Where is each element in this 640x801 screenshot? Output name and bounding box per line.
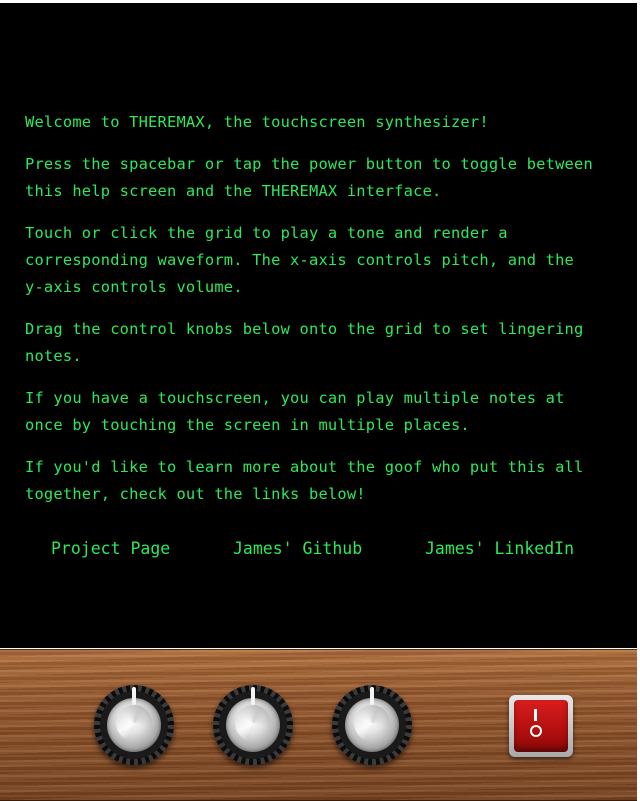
links-row: Project Page James' Github James' Linked… (0, 539, 637, 569)
power-button[interactable] (509, 695, 573, 757)
control-knob-3[interactable] (332, 685, 412, 765)
knob-pointer (370, 687, 374, 705)
help-paragraph-welcome: Welcome to THEREMAX, the touchscreen syn… (25, 113, 489, 131)
help-paragraph-links: If you'd like to learn more about the go… (25, 458, 584, 503)
project-page-link[interactable]: Project Page (51, 539, 170, 558)
help-paragraph-power: Press the spacebar or tap the power butt… (25, 155, 593, 200)
knob-pointer (251, 687, 255, 705)
control-knob-2[interactable] (213, 685, 293, 765)
control-knob-1[interactable] (94, 685, 174, 765)
power-switch-icon (514, 700, 568, 752)
power-off-symbol-icon (530, 725, 542, 737)
help-text: Welcome to THEREMAX, the touchscreen syn… (25, 109, 615, 523)
help-paragraph-knobs: Drag the control knobs below onto the gr… (25, 320, 584, 365)
power-on-symbol-icon (534, 709, 537, 721)
github-link[interactable]: James' Github (233, 539, 362, 558)
help-paragraph-touchscreen: If you have a touchscreen, you can play … (25, 389, 565, 434)
knob-pointer (132, 687, 136, 705)
theremax-app: Welcome to THEREMAX, the touchscreen syn… (0, 0, 640, 801)
linkedin-link[interactable]: James' LinkedIn (425, 539, 574, 558)
help-screen[interactable]: Welcome to THEREMAX, the touchscreen syn… (0, 3, 637, 648)
help-paragraph-grid: Touch or click the grid to play a tone a… (25, 224, 575, 296)
